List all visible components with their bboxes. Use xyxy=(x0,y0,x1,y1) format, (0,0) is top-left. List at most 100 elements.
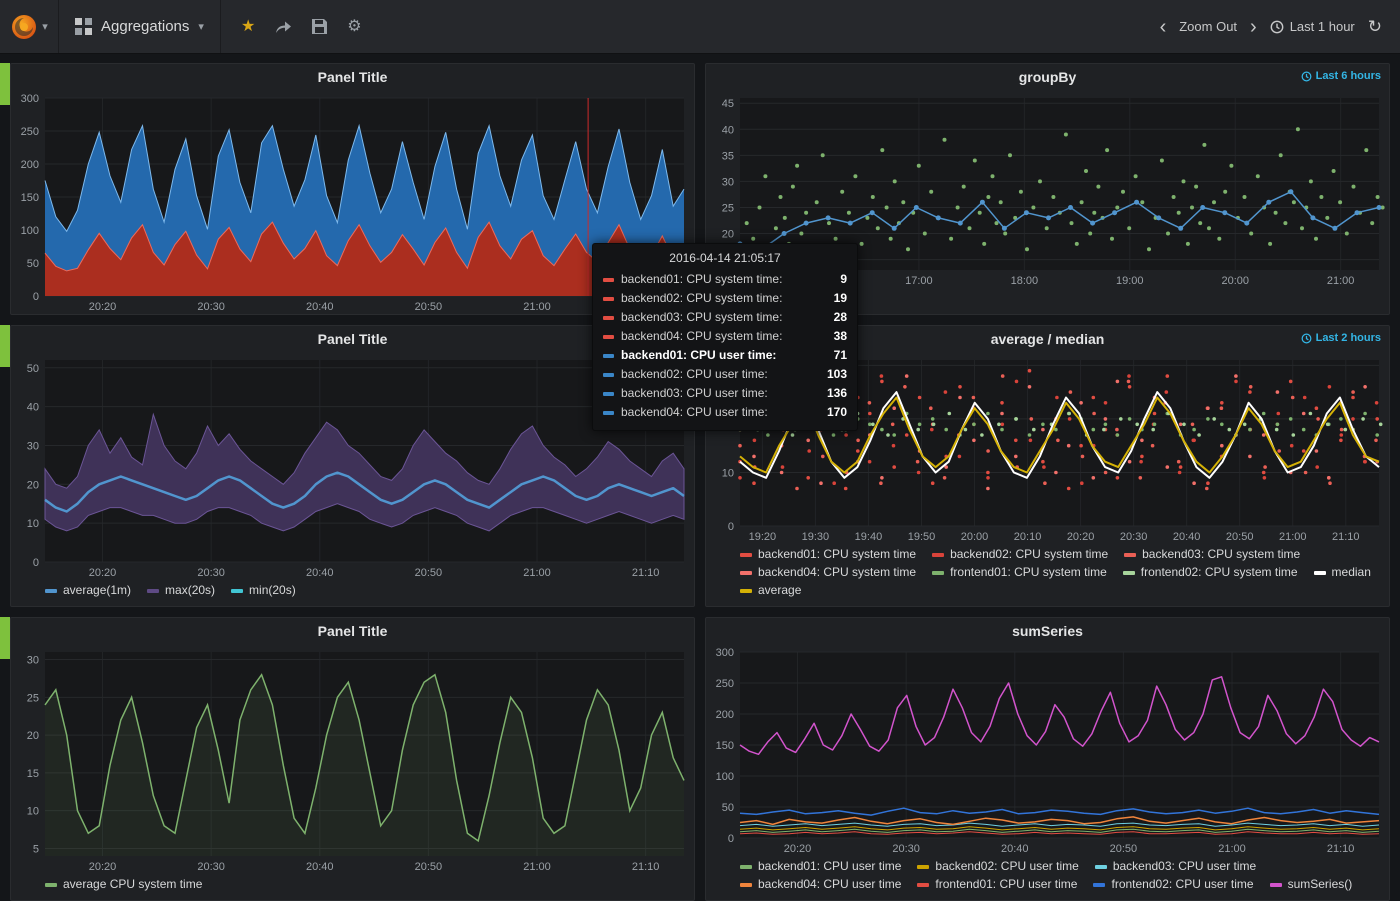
legend-item[interactable]: max(20s) xyxy=(147,583,215,598)
svg-text:45: 45 xyxy=(722,98,734,110)
legend-item[interactable]: frontend02: CPU system time xyxy=(1123,565,1298,580)
star-icon: ★ xyxy=(241,19,255,35)
chart[interactable]: 20:2020:3020:4020:5021:0021:100501001502… xyxy=(706,644,1389,856)
panel-time-badge[interactable]: Last 6 hours xyxy=(1301,70,1381,82)
panel-header[interactable]: groupBy Last 6 hours xyxy=(706,64,1389,90)
panel-title[interactable]: Panel Title xyxy=(318,69,388,85)
svg-text:19:20: 19:20 xyxy=(749,531,777,543)
legend-label: median xyxy=(1332,565,1371,580)
legend: backend01: CPU user time backend02: CPU u… xyxy=(706,856,1389,900)
svg-text:5: 5 xyxy=(33,843,39,855)
legend-item[interactable]: backend03: CPU system time xyxy=(1124,547,1300,562)
svg-text:20:30: 20:30 xyxy=(1120,531,1148,543)
svg-text:200: 200 xyxy=(21,159,39,171)
panel-header[interactable]: Panel Title xyxy=(11,64,694,90)
legend-item[interactable]: backend01: CPU user time xyxy=(740,859,901,874)
svg-text:20:20: 20:20 xyxy=(89,301,117,313)
panel-time-label: Last 6 hours xyxy=(1316,70,1381,82)
svg-text:19:00: 19:00 xyxy=(1116,275,1144,287)
panel-title[interactable]: average / median xyxy=(991,331,1105,347)
legend-label: frontend01: CPU user time xyxy=(935,877,1077,892)
legend-item[interactable]: sumSeries() xyxy=(1270,877,1353,892)
legend-label: backend02: CPU user time xyxy=(935,859,1078,874)
legend-item[interactable]: backend02: CPU user time xyxy=(917,859,1078,874)
svg-text:100: 100 xyxy=(21,225,39,237)
svg-text:20:40: 20:40 xyxy=(1001,843,1029,855)
svg-text:21:00: 21:00 xyxy=(1327,275,1355,287)
panel-title[interactable]: groupBy xyxy=(1019,69,1077,85)
refresh-button[interactable]: ↻ xyxy=(1368,17,1382,37)
row-toggle-handle[interactable] xyxy=(0,617,10,659)
legend-item[interactable]: frontend01: CPU user time xyxy=(917,877,1077,892)
svg-text:40: 40 xyxy=(27,402,39,414)
settings-button[interactable]: ⚙ xyxy=(347,19,361,35)
svg-text:20:30: 20:30 xyxy=(197,567,225,579)
save-icon xyxy=(312,19,327,34)
tooltip-timestamp: 2016-04-14 21:05:17 xyxy=(603,251,847,270)
svg-text:20:30: 20:30 xyxy=(197,861,225,873)
tooltip-row: backend01: CPU system time:9 xyxy=(603,270,847,289)
svg-text:0: 0 xyxy=(728,521,734,533)
time-forward-button[interactable]: › xyxy=(1250,17,1257,37)
svg-text:21:00: 21:00 xyxy=(523,567,551,579)
navbar: ▾ Aggregations ▾ ★ ⚙ ‹ Zoom Out xyxy=(0,0,1400,54)
caret-down-icon: ▾ xyxy=(42,20,48,33)
svg-text:25: 25 xyxy=(27,692,39,704)
svg-text:30: 30 xyxy=(27,655,39,667)
legend-item[interactable]: average CPU system time xyxy=(45,877,202,892)
tooltip-row: backend04: CPU system time:38 xyxy=(603,327,847,346)
svg-text:250: 250 xyxy=(716,678,734,690)
legend-item[interactable]: backend04: CPU user time xyxy=(740,877,901,892)
panel-title[interactable]: Panel Title xyxy=(318,331,388,347)
legend-label: backend04: CPU user time xyxy=(758,877,901,892)
legend-item[interactable]: backend04: CPU system time xyxy=(740,565,916,580)
legend-label: sumSeries() xyxy=(1288,877,1353,892)
legend-item[interactable]: frontend01: CPU system time xyxy=(932,565,1107,580)
clock-icon xyxy=(1301,333,1312,344)
legend-item[interactable]: backend03: CPU user time xyxy=(1095,859,1256,874)
legend-series-icon xyxy=(932,553,944,557)
svg-text:20:30: 20:30 xyxy=(197,301,225,313)
dashboard-picker[interactable]: Aggregations ▾ xyxy=(59,0,221,53)
svg-text:18:00: 18:00 xyxy=(1011,275,1039,287)
tooltip-rows: backend01: CPU system time:9backend02: C… xyxy=(603,270,847,422)
panel-header[interactable]: sumSeries xyxy=(706,618,1389,644)
legend-series-icon xyxy=(231,589,243,593)
tooltip-row: backend03: CPU system time:28 xyxy=(603,308,847,327)
chart[interactable]: 20:2020:3020:4020:5021:0021:105101520253… xyxy=(11,644,694,874)
save-button[interactable] xyxy=(312,19,327,34)
legend-item[interactable]: min(20s) xyxy=(231,583,296,598)
legend-item[interactable]: frontend02: CPU user time xyxy=(1093,877,1253,892)
chevron-left-icon: ‹ xyxy=(1160,16,1167,38)
svg-text:20:20: 20:20 xyxy=(89,861,117,873)
legend-item[interactable]: median xyxy=(1314,565,1371,580)
svg-text:200: 200 xyxy=(716,709,734,721)
panel-header[interactable]: Panel Title xyxy=(11,618,694,644)
row-toggle-handle[interactable] xyxy=(0,63,10,105)
svg-text:30: 30 xyxy=(27,440,39,452)
panel-time-label: Last 2 hours xyxy=(1316,332,1381,344)
svg-text:20:40: 20:40 xyxy=(306,861,334,873)
svg-text:250: 250 xyxy=(21,126,39,138)
zoom-out-button[interactable]: Zoom Out xyxy=(1179,19,1237,34)
svg-text:10: 10 xyxy=(27,518,39,530)
panel-title[interactable]: sumSeries xyxy=(1012,623,1083,639)
panel-title[interactable]: Panel Title xyxy=(318,623,388,639)
svg-text:300: 300 xyxy=(716,647,734,659)
time-range-picker[interactable]: Last 1 hour xyxy=(1270,19,1355,34)
star-button[interactable]: ★ xyxy=(241,19,255,35)
legend-item[interactable]: backend02: CPU system time xyxy=(932,547,1108,562)
legend-item[interactable]: average(1m) xyxy=(45,583,131,598)
time-back-button[interactable]: ‹ xyxy=(1160,17,1167,37)
legend-series-icon xyxy=(45,589,57,593)
share-button[interactable] xyxy=(275,19,292,34)
panel-time-badge[interactable]: Last 2 hours xyxy=(1301,332,1381,344)
legend-item[interactable]: average xyxy=(740,583,801,598)
grafana-logo[interactable]: ▾ xyxy=(0,0,59,53)
svg-text:19:30: 19:30 xyxy=(802,531,830,543)
legend-label: average(1m) xyxy=(63,583,131,598)
row-toggle-handle[interactable] xyxy=(0,325,10,367)
legend-item[interactable]: backend01: CPU system time xyxy=(740,547,916,562)
legend-label: backend03: CPU user time xyxy=(1113,859,1256,874)
svg-text:20:40: 20:40 xyxy=(306,301,334,313)
